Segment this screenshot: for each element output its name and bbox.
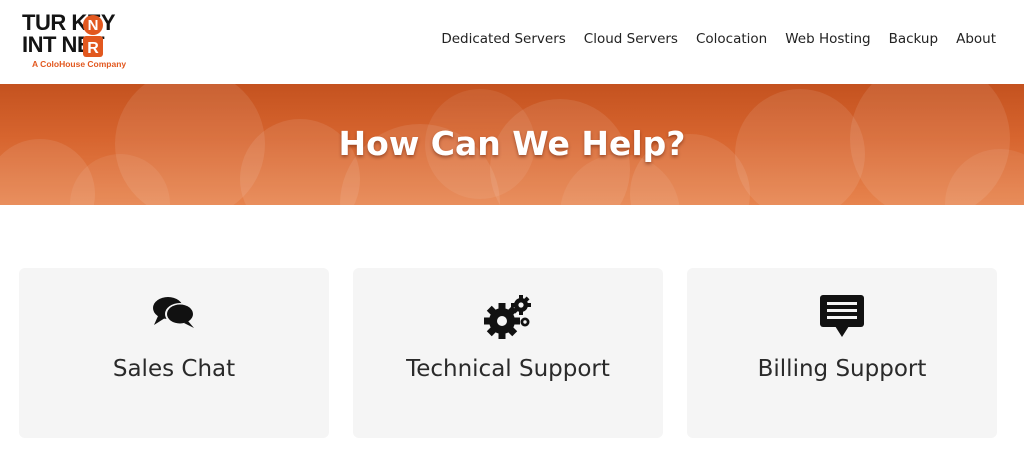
- sales-chat-label: Sales Chat: [112, 356, 236, 382]
- hero-banner: How Can We Help?: [0, 84, 1024, 205]
- nav-backup[interactable]: Backup: [889, 31, 939, 47]
- nav-about[interactable]: About: [956, 31, 996, 47]
- billing-support-label: Billing Support: [757, 356, 927, 382]
- site-header: TUR KEY INT NET N R A ColoHouse Company …: [0, 0, 1024, 84]
- billing-support-card[interactable]: Billing Support: [687, 268, 997, 438]
- nav-cloud-servers[interactable]: Cloud Servers: [584, 31, 678, 47]
- nav-dedicated-servers[interactable]: Dedicated Servers: [441, 31, 565, 47]
- turnkey-internet-logo[interactable]: TUR KEY INT NET N R A ColoHouse Company: [22, 12, 144, 74]
- chat-bubbles-icon: [153, 297, 195, 328]
- message-icon: [820, 295, 864, 337]
- nav-web-hosting[interactable]: Web Hosting: [785, 31, 870, 47]
- main-nav: Dedicated Servers Cloud Servers Colocati…: [441, 31, 996, 47]
- technical-support-label: Technical Support: [406, 356, 610, 382]
- key-icon: N R: [83, 15, 103, 57]
- technical-support-card[interactable]: Technical Support: [353, 268, 663, 438]
- page-title: How Can We Help?: [338, 124, 686, 163]
- svg-text:N: N: [88, 17, 99, 34]
- logo-tagline: A ColoHouse Company: [32, 59, 127, 69]
- nav-colocation[interactable]: Colocation: [696, 31, 767, 47]
- sales-chat-card[interactable]: Sales Chat: [19, 268, 329, 438]
- svg-text:R: R: [87, 40, 99, 57]
- gears-icon: [484, 295, 531, 339]
